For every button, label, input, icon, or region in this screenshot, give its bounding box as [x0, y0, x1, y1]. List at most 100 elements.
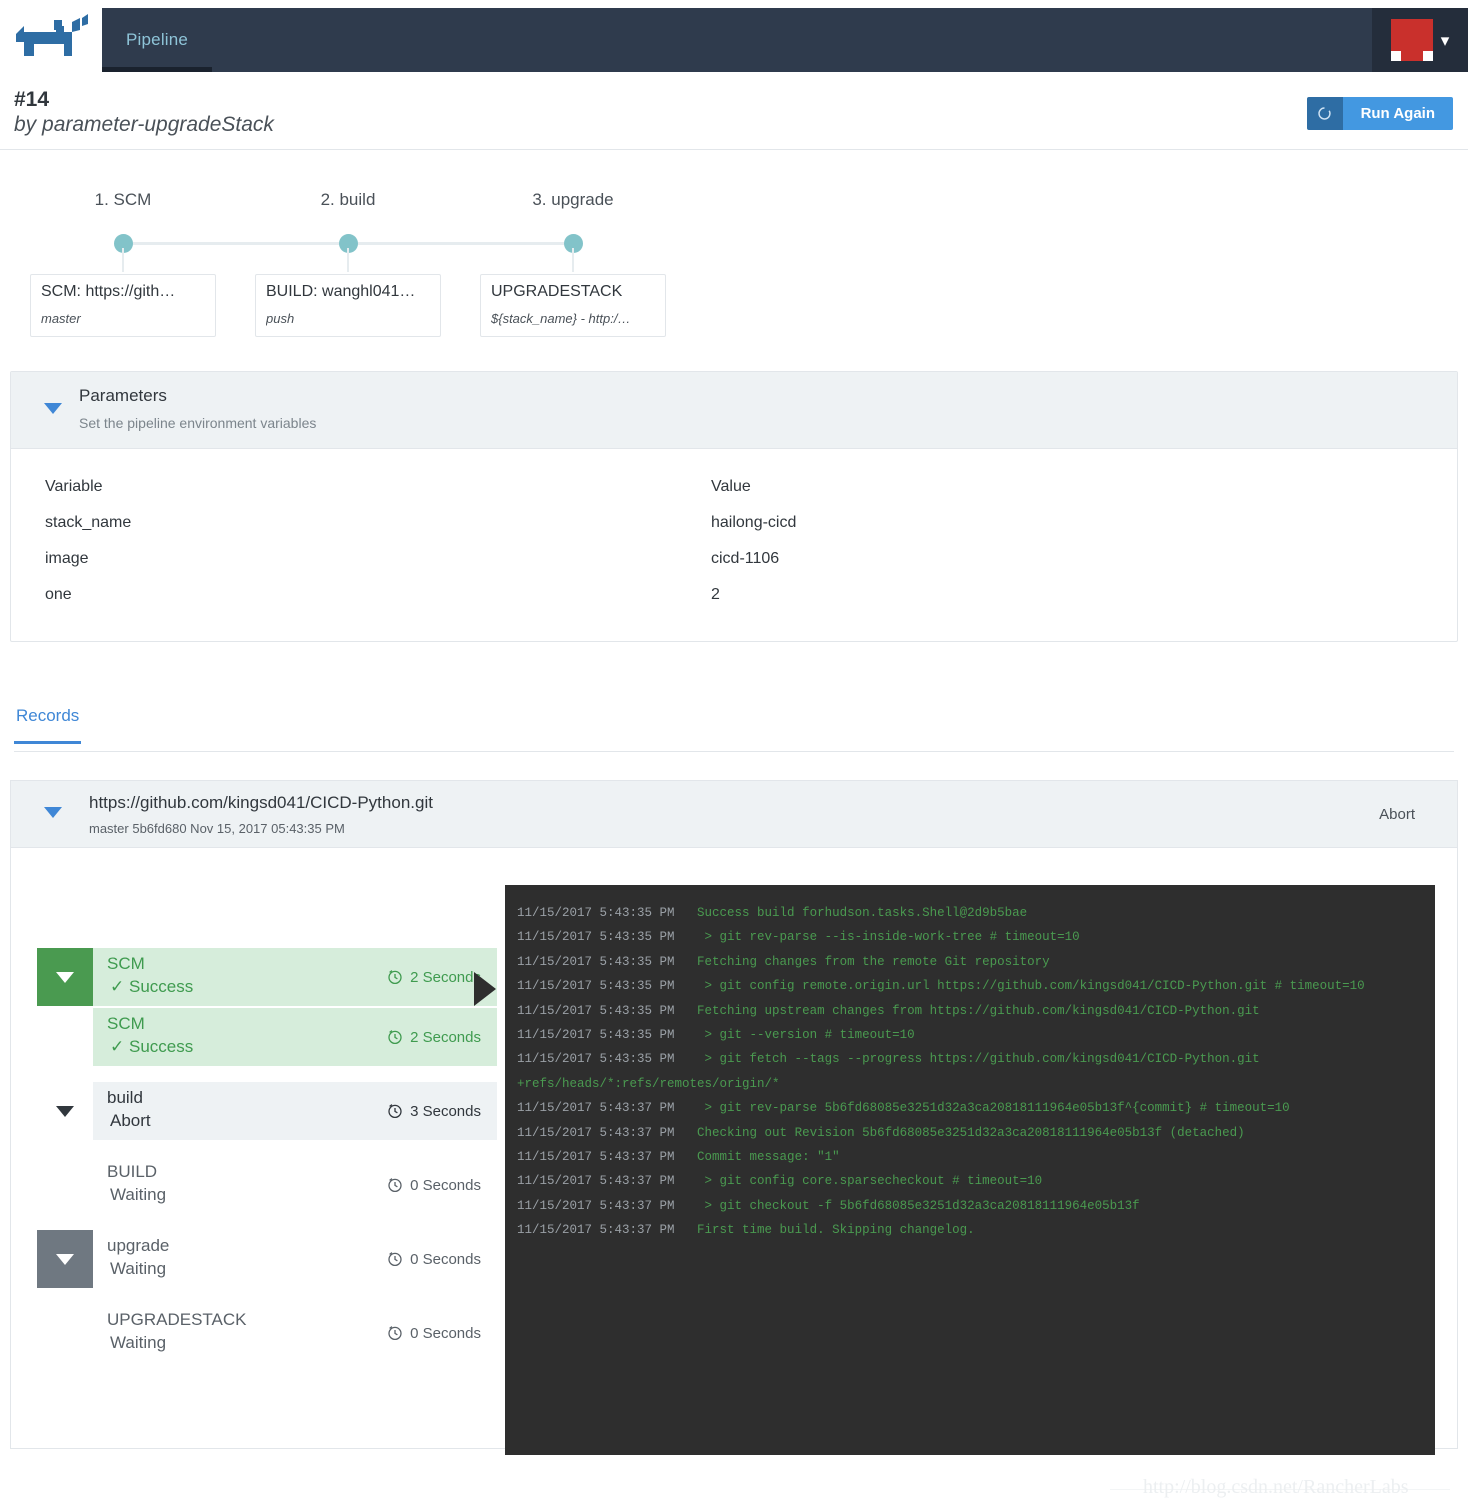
list-item[interactable]: upgrade Waiting 0 Seconds [37, 1230, 497, 1288]
clock-icon [388, 1104, 402, 1119]
param-variable: one [45, 586, 72, 603]
stage-card-3[interactable]: UPGRADESTACK ${stack_name} - http:/… [480, 274, 666, 337]
log-message: > git config remote.origin.url https://g… [704, 979, 1365, 994]
stage-duration-label: 2 Seconds [410, 1028, 481, 1046]
caret-down-icon [56, 1105, 74, 1117]
log-timestamp: 11/15/2017 5:43:35 PM [517, 979, 675, 994]
stage-name: SCM [107, 1014, 145, 1034]
record-header[interactable]: https://github.com/kingsd041/CICD-Python… [11, 781, 1457, 848]
stage-card-1[interactable]: SCM: https://gith… master [30, 274, 216, 337]
stage-stalk-3 [572, 248, 574, 272]
log-timestamp: 11/15/2017 5:43:37 PM [517, 1223, 675, 1238]
log-message: > git rev-parse --is-inside-work-tree # … [704, 930, 1080, 945]
parameters-header[interactable]: Parameters Set the pipeline environment … [11, 372, 1457, 449]
stage-status-label: Abort [110, 1110, 151, 1130]
tab-records[interactable]: Records [14, 700, 82, 744]
stage-card-sub-2: push [266, 311, 295, 326]
caret-down-icon[interactable] [44, 403, 62, 414]
record-meta: master 5b6fd680 Nov 15, 2017 05:43:35 PM [89, 821, 345, 836]
stage-body: SCM ✓ Success 2 Seconds [93, 948, 497, 1006]
log-timestamp: 11/15/2017 5:43:37 PM [517, 1101, 675, 1116]
log-timestamp: 11/15/2017 5:43:37 PM [517, 1150, 675, 1165]
console-log-panel[interactable]: 11/15/2017 5:43:35 PM Success build forh… [505, 885, 1435, 1455]
pipeline-stage-graph: 1. SCM SCM: https://gith… master 2. buil… [0, 190, 720, 340]
chevron-down-icon: ▾ [1440, 30, 1450, 50]
list-item[interactable]: BUILD Waiting 0 Seconds [93, 1156, 497, 1214]
parameters-panel: Parameters Set the pipeline environment … [10, 371, 1458, 642]
run-again-group[interactable]: Run Again [1306, 97, 1453, 130]
log-line: +refs/heads/*:refs/remotes/origin/* [517, 1076, 780, 1091]
tab-pipeline[interactable]: Pipeline [102, 8, 213, 72]
account-menu[interactable]: ▾ [1372, 8, 1468, 72]
stage-text: upgrade Waiting [107, 1236, 387, 1281]
stage-text: UPGRADESTACK Waiting [107, 1310, 387, 1355]
log-message: Checking out Revision 5b6fd68085e3251d32… [697, 1125, 1245, 1140]
log-timestamp: 11/15/2017 5:43:37 PM [517, 1174, 675, 1189]
log-message: > git checkout -f 5b6fd68085e3251d32a3ca… [704, 1198, 1140, 1213]
run-again-button[interactable]: Run Again [1342, 97, 1453, 130]
stage-duration: 0 Seconds [387, 1325, 481, 1342]
log-timestamp: 11/15/2017 5:43:37 PM [517, 1125, 675, 1140]
list-item[interactable]: build Abort 3 Seconds [37, 1082, 497, 1140]
refresh-spinner-icon[interactable] [1306, 97, 1343, 130]
stage-duration: 0 Seconds [387, 1177, 481, 1194]
stage-name: SCM [107, 954, 145, 974]
param-variable: image [45, 550, 89, 567]
top-bar: Pipeline ▾ [0, 0, 1468, 72]
log-line: 11/15/2017 5:43:35 PM Fetching changes f… [505, 950, 1435, 974]
stage-column-2: 2. build BUILD: wanghl041… push [255, 190, 481, 337]
list-item[interactable]: SCM ✓ Success 2 Seconds [37, 948, 497, 1006]
watermark: http://blog.csdn.net/RancherLabs [1143, 1476, 1409, 1498]
stage-name: BUILD [107, 1162, 158, 1182]
log-timestamp: 11/15/2017 5:43:35 PM [517, 906, 675, 920]
stage-card-2[interactable]: BUILD: wanghl041… push [255, 274, 441, 337]
stage-duration-label: 0 Seconds [410, 1324, 481, 1342]
table-row: stack_name hailong-cicd [11, 505, 1457, 541]
stage-title-2: 2. build [320, 190, 376, 209]
abort-button[interactable]: Abort [1379, 806, 1415, 823]
stage-name: upgrade [107, 1236, 170, 1256]
stage-card-title-1: SCM: https://gith… [41, 283, 176, 300]
param-value: cicd-1106 [711, 550, 780, 567]
stage-toggle-box[interactable] [37, 1230, 93, 1288]
page-header: #14 by parameter-upgradeStack Run Again [0, 80, 1468, 150]
caret-down-icon[interactable] [44, 807, 62, 818]
clock-icon [388, 1178, 402, 1193]
stage-card-title-2: BUILD: wanghl041… [266, 283, 416, 300]
list-item[interactable]: SCM ✓ Success 2 Seconds [93, 1008, 497, 1066]
list-item[interactable]: UPGRADESTACK Waiting 0 Seconds [93, 1304, 497, 1362]
stage-duration-label: 3 Seconds [410, 1102, 481, 1120]
log-message: > git --version # timeout=10 [704, 1028, 915, 1043]
build-number: #14 [14, 88, 50, 111]
log-message: Fetching changes from the remote Git rep… [697, 954, 1050, 969]
stage-stalk-1 [122, 248, 124, 272]
stage-duration: 0 Seconds [387, 1251, 481, 1268]
log-message: Fetching upstream changes from https://g… [697, 1003, 1260, 1018]
log-line: 11/15/2017 5:43:37 PM Commit message: "1… [505, 1145, 1435, 1169]
stage-status: ✓ Success [107, 975, 387, 1000]
stage-toggle-box[interactable] [37, 1082, 93, 1140]
log-message: > git rev-parse 5b6fd68085e3251d32a3ca20… [704, 1101, 1290, 1116]
parameters-title: Parameters [79, 386, 167, 405]
stage-body: SCM ✓ Success 2 Seconds [93, 1008, 497, 1066]
caret-down-icon [56, 971, 74, 983]
tab-pipeline-label: Pipeline [126, 30, 189, 49]
parameters-subtitle: Set the pipeline environment variables [79, 415, 317, 431]
stage-body: UPGRADESTACK Waiting 0 Seconds [93, 1304, 497, 1362]
selected-stage-pointer [474, 972, 496, 1006]
stage-column-3: 3. upgrade UPGRADESTACK ${stack_name} - … [480, 190, 706, 337]
log-line: 11/15/2017 5:43:37 PM > git checkout -f … [505, 1194, 1435, 1218]
stage-toggle-box[interactable] [37, 948, 93, 1006]
log-line: 11/15/2017 5:43:35 PM > git fetch --tags… [505, 1047, 1435, 1071]
clock-icon [388, 1252, 402, 1267]
stage-stalk-2 [347, 248, 349, 272]
log-message: Commit message: "1" [697, 1150, 840, 1165]
stage-body: build Abort 3 Seconds [93, 1082, 497, 1140]
rancher-cow-logo[interactable] [10, 12, 94, 62]
log-timestamp: 11/15/2017 5:43:35 PM [517, 930, 675, 945]
stage-duration-label: 2 Seconds [410, 968, 481, 986]
column-header-variable: Variable [45, 478, 103, 495]
stage-status-label: Waiting [110, 1258, 167, 1278]
